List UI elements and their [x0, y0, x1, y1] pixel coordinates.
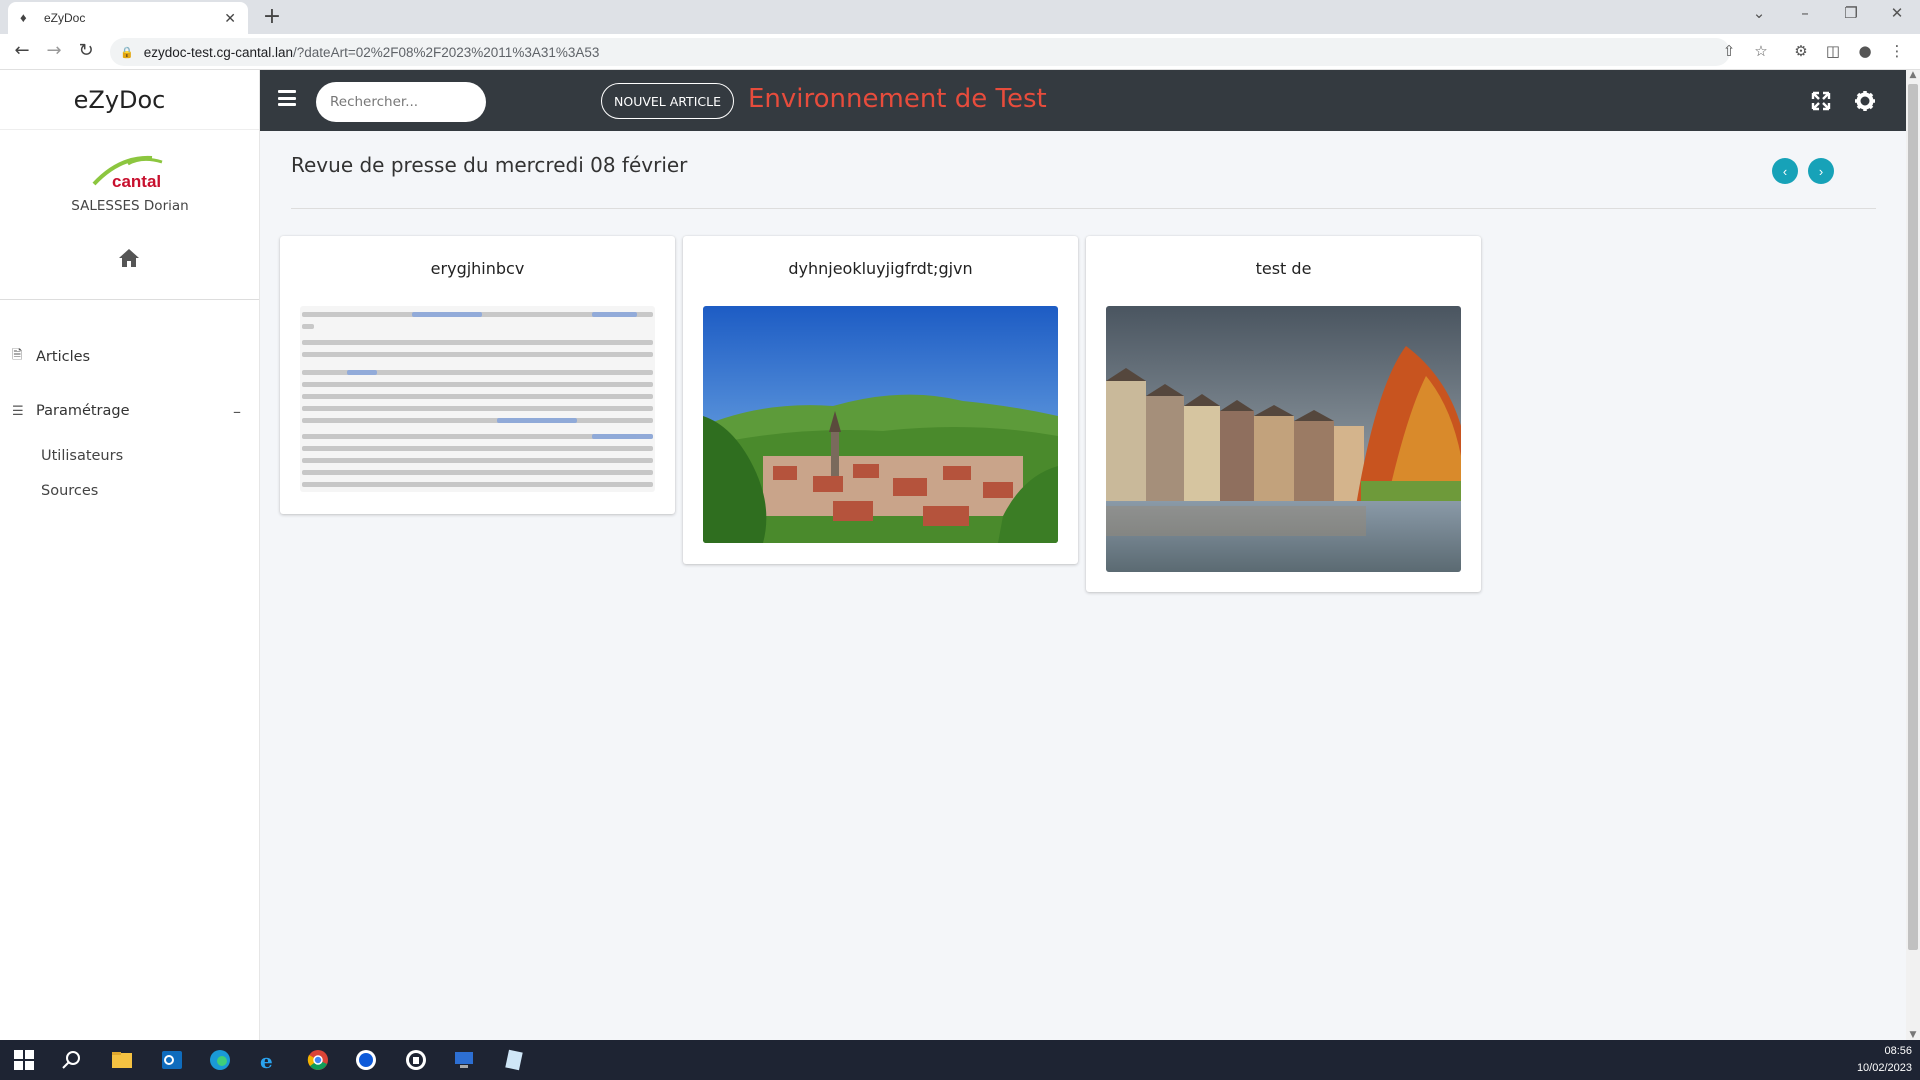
logo-text: cantal — [112, 172, 162, 191]
blurred-text-image — [302, 312, 653, 487]
new-tab-icon[interactable]: + — [260, 4, 284, 29]
url-host: ezydoc-test.cg-cantal.lan — [143, 44, 294, 60]
top-navbar: NOUVEL ARTICLE Environnement de Test — [260, 70, 1906, 131]
restore-icon[interactable]: ❐ — [1836, 4, 1866, 22]
svg-text:e: e — [260, 1049, 273, 1072]
forward-icon[interactable]: → — [42, 40, 66, 61]
settings-gear-icon[interactable] — [1854, 90, 1876, 112]
page-title: Revue de presse du mercredi 08 février — [291, 153, 688, 177]
user-panel: cantal SALESSES Dorian — [0, 130, 259, 300]
browser-tabbar: ♦ eZyDoc ✕ + ⌄ – ❐ ✕ — [0, 0, 1920, 34]
bookmark-star-icon[interactable]: ☆ — [1750, 42, 1772, 60]
keepass-icon[interactable] — [404, 1048, 428, 1072]
address-bar: ← → ↻ 🔒 ezydoc-test.cg-cantal.lan/?dateA… — [0, 34, 1920, 70]
windows-taskbar: e 08:56 10/02/2023 — [0, 1040, 1920, 1080]
environment-label: Environnement de Test — [748, 84, 1047, 114]
outlook-icon[interactable] — [160, 1048, 184, 1072]
reload-icon[interactable]: ↻ — [74, 40, 98, 61]
article-card[interactable]: dyhnjeokluyjigfrdt;gjvn — [683, 236, 1078, 564]
sidebar-item-sources[interactable]: Sources — [0, 473, 259, 508]
river-town-image — [1106, 306, 1461, 572]
article-title[interactable]: test de — [1086, 236, 1481, 306]
divider — [291, 208, 1876, 209]
extensions-icon[interactable]: ⚙ — [1790, 42, 1812, 60]
page-scrollbar[interactable]: ▲ ▼ — [1906, 70, 1920, 1040]
scroll-up-icon[interactable]: ▲ — [1906, 70, 1920, 80]
chevron-left-icon: ‹ — [1782, 163, 1788, 179]
scroll-down-icon[interactable]: ▼ — [1906, 1030, 1920, 1040]
sidebar-item-parametrage[interactable]: ☰ Paramétrage – — [0, 384, 259, 438]
clock-date: 10/02/2023 — [1856, 1062, 1912, 1074]
home-icon[interactable] — [118, 248, 140, 268]
menu-dots-icon[interactable]: ⋮ — [1886, 42, 1908, 60]
sidebar-item-label: Articles — [36, 349, 91, 365]
brand-title[interactable]: eZyDoc — [0, 70, 259, 130]
taskbar-clock[interactable]: 08:56 10/02/2023 — [1857, 1043, 1912, 1077]
lock-icon[interactable]: 🔒 — [120, 46, 134, 59]
clock-time: 08:56 — [1884, 1045, 1912, 1057]
user-name[interactable]: SALESSES Dorian — [0, 198, 260, 214]
sidebar-menu: 🗎 Articles ☰ Paramétrage – Utilisateurs … — [0, 300, 259, 508]
fullscreen-icon[interactable] — [1810, 90, 1832, 112]
new-article-button[interactable]: NOUVEL ARTICLE — [601, 83, 734, 119]
hamburger-menu-icon[interactable] — [278, 90, 296, 106]
tab-title: eZyDoc — [44, 11, 86, 25]
tab-search-icon[interactable]: ⌄ — [1744, 4, 1774, 22]
internet-explorer-icon[interactable]: e — [256, 1048, 280, 1072]
main-content: Revue de presse du mercredi 08 février ‹… — [262, 131, 1906, 1040]
url-path: /?dateArt=02%2F08%2F2023%2011%3A31%3A53 — [293, 44, 600, 60]
article-card[interactable]: erygjhinbcv — [280, 236, 675, 514]
chrome-icon[interactable] — [306, 1048, 330, 1072]
document-icon: 🗎 — [12, 348, 23, 363]
close-tab-icon[interactable]: ✕ — [224, 10, 236, 27]
share-icon[interactable]: ⇧ — [1718, 42, 1740, 60]
scrollbar-thumb[interactable] — [1908, 84, 1918, 950]
browser-tab[interactable]: ♦ eZyDoc ✕ — [8, 2, 248, 34]
search-icon[interactable] — [60, 1048, 84, 1072]
remote-desktop-icon[interactable] — [452, 1048, 476, 1072]
close-window-icon[interactable]: ✕ — [1882, 4, 1912, 22]
next-day-button[interactable]: › — [1808, 158, 1834, 184]
search-input[interactable] — [316, 82, 486, 122]
sidebar: eZyDoc cantal SALESSES Dorian 🗎 Articles… — [0, 70, 260, 1040]
list-icon: ☰ — [12, 403, 24, 419]
edge-icon[interactable] — [208, 1048, 232, 1072]
collapse-icon[interactable]: – — [233, 402, 241, 421]
chevron-right-icon: › — [1818, 163, 1824, 179]
profile-icon[interactable]: ● — [1854, 42, 1876, 60]
sidebar-item-label: Paramétrage — [36, 403, 130, 419]
favicon-icon: ♦ — [20, 10, 27, 25]
article-card[interactable]: test de — [1086, 236, 1481, 592]
sidebar-item-articles[interactable]: 🗎 Articles — [0, 330, 259, 384]
side-panel-icon[interactable]: ◫ — [1822, 42, 1844, 60]
village-landscape-image — [703, 306, 1058, 543]
article-thumbnail[interactable] — [703, 306, 1058, 543]
url-field[interactable]: 🔒 ezydoc-test.cg-cantal.lan/?dateArt=02%… — [110, 38, 1730, 66]
article-thumbnail[interactable] — [1106, 306, 1461, 572]
windows-start-icon[interactable] — [12, 1048, 36, 1072]
minimize-icon[interactable]: – — [1790, 4, 1820, 22]
sidebar-item-utilisateurs[interactable]: Utilisateurs — [0, 438, 259, 473]
previous-day-button[interactable]: ‹ — [1772, 158, 1798, 184]
teamviewer-icon[interactable] — [354, 1048, 378, 1072]
article-thumbnail-text[interactable] — [300, 306, 655, 492]
notepad-icon[interactable] — [502, 1048, 526, 1072]
article-title[interactable]: dyhnjeokluyjigfrdt;gjvn — [683, 236, 1078, 306]
back-icon[interactable]: ← — [10, 40, 34, 61]
article-title[interactable]: erygjhinbcv — [280, 236, 675, 306]
file-explorer-icon[interactable] — [110, 1048, 134, 1072]
app: eZyDoc cantal SALESSES Dorian 🗎 Articles… — [0, 70, 1920, 1040]
